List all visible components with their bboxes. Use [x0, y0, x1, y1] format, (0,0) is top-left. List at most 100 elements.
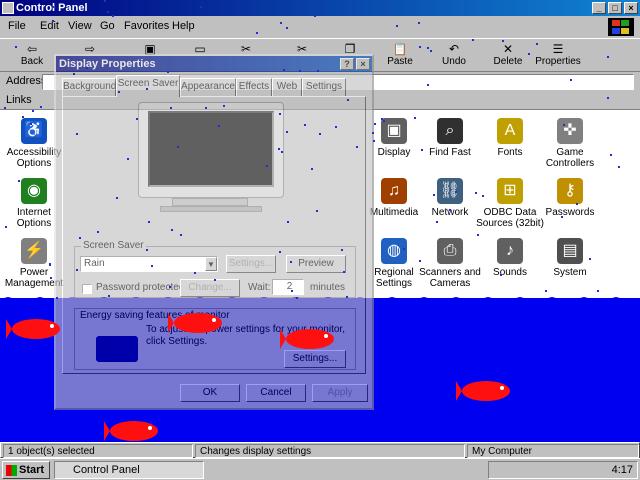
menu-bar: File Edit View Go Favorites Help	[0, 16, 640, 38]
rain-drop	[472, 39, 474, 41]
cp-item-12[interactable]: ⎙ Scanners and Cameras	[416, 238, 484, 289]
start-button[interactable]: Start	[2, 461, 50, 479]
rain-drop	[589, 258, 591, 260]
minutes-label: minutes	[310, 282, 346, 293]
menu-favorites[interactable]: Favorites	[124, 20, 169, 32]
chevron-down-icon[interactable]: ▼	[205, 257, 217, 271]
rain-drop	[205, 107, 207, 109]
rain-drop	[536, 43, 538, 45]
toolbar-button-7[interactable]: 📋 Paste	[376, 41, 424, 71]
network-icon: ⛓	[437, 178, 463, 204]
rain-drop	[421, 149, 423, 151]
tab-background[interactable]: Background	[62, 78, 116, 96]
rain-drop	[427, 47, 429, 49]
tab-settings[interactable]: Settings	[302, 78, 346, 96]
rain-drop	[502, 40, 504, 42]
rain-drop	[610, 154, 612, 156]
monitor-base	[160, 206, 262, 212]
taskbar-control-panel[interactable]: Control Panel	[54, 461, 204, 479]
cp-item-13[interactable]: ♪ Sounds	[476, 238, 544, 278]
dialog-close-button[interactable]: ×	[356, 58, 370, 70]
cp-item-14[interactable]: ▤ System	[536, 238, 604, 278]
rain-drop	[436, 221, 438, 223]
rain-drop	[319, 133, 321, 135]
menu-help[interactable]: Help	[172, 20, 195, 32]
preview-button[interactable]: Preview	[286, 255, 346, 273]
screen-saver-select[interactable]: Rain ▼	[80, 256, 218, 272]
cp-item-6[interactable]: ✜ Game Controllers	[536, 118, 604, 169]
cp-item-label: Fonts	[497, 147, 523, 158]
toolbar-button-9[interactable]: ✕ Delete	[484, 41, 532, 71]
rain-drop	[311, 168, 313, 170]
address-label: Address	[6, 75, 47, 87]
dialog-title-bar[interactable]: Display Properties ? ×	[56, 56, 372, 72]
screen-saver-value: Rain	[84, 258, 105, 269]
toolbar-button-10[interactable]: ☰ Properties	[534, 41, 582, 71]
rain-drop	[427, 84, 429, 86]
rain-drop	[414, 117, 416, 119]
rain-drop	[200, 6, 202, 8]
settings-button[interactable]: Settings...	[226, 255, 276, 273]
links-label[interactable]: Links	[6, 94, 32, 106]
control-panel-icon	[2, 2, 14, 14]
status-description: Changes display settings	[195, 444, 465, 458]
rain-drop	[528, 53, 530, 55]
window-title: Control Panel	[16, 2, 88, 14]
cancel-button[interactable]: Cancel	[246, 384, 306, 402]
ok-button[interactable]: OK	[180, 384, 240, 402]
menu-go[interactable]: Go	[100, 20, 115, 32]
rain-drop	[146, 249, 148, 251]
menu-file[interactable]: File	[8, 20, 26, 32]
screen-saver-group-label: Screen Saver	[81, 240, 146, 251]
rain-drop	[76, 133, 78, 135]
energy-settings-button[interactable]: Settings...	[284, 350, 346, 368]
window-title-bar[interactable]: Control Panel _ □ ×	[0, 0, 640, 16]
windows-logo-icon	[608, 18, 634, 36]
tab-appearance[interactable]: Appearance	[180, 78, 236, 96]
close-button[interactable]: ×	[624, 2, 638, 14]
rain-drop	[346, 296, 348, 298]
rain-drop	[430, 50, 432, 52]
clock[interactable]: 4:17	[612, 464, 633, 476]
rain-drop	[169, 286, 171, 288]
rain-drop	[477, 234, 479, 236]
cp-item-4[interactable]: ⌕ Find Fast	[416, 118, 484, 158]
minimize-button[interactable]: _	[592, 2, 606, 14]
toolbar-button-8[interactable]: ↶ Undo	[430, 41, 478, 71]
fish-1	[168, 313, 222, 333]
apply-button[interactable]: Apply	[312, 384, 368, 402]
password-checkbox[interactable]	[82, 284, 92, 294]
cp-item-9[interactable]: ⊞ ODBC Data Sources (32bit)	[476, 178, 544, 229]
rain-drop	[194, 272, 196, 274]
menu-view[interactable]: View	[68, 20, 92, 32]
tab-screen-saver[interactable]: Screen Saver	[116, 75, 180, 97]
cp-item-label: ODBC Data Sources (32bit)	[476, 207, 544, 229]
tab-effects[interactable]: Effects	[236, 78, 272, 96]
cp-item-5[interactable]: A Fonts	[476, 118, 544, 158]
rain-drop	[482, 195, 484, 197]
rain-drop	[146, 88, 148, 90]
rain-drop	[104, 0, 106, 2]
undo-icon: ↶	[448, 42, 460, 56]
cp-item-10[interactable]: ⚷ Passwords	[536, 178, 604, 218]
help-button[interactable]: ?	[340, 58, 354, 70]
menu-edit[interactable]: Edit	[40, 20, 59, 32]
display-properties-dialog: Display Properties ? × Background Screen…	[54, 54, 374, 410]
cp-item-8[interactable]: ⛓ Network	[416, 178, 484, 218]
status-bar: 1 object(s) selected Changes display set…	[0, 442, 640, 458]
windows-flag-icon	[6, 465, 17, 476]
rain-drop	[22, 116, 24, 118]
rain-drop	[15, 46, 17, 48]
tab-web[interactable]: Web	[272, 78, 302, 96]
wait-spinner[interactable]: 2	[272, 279, 304, 295]
rain-drop	[570, 79, 572, 81]
rain-drop	[167, 71, 169, 73]
delete-icon: ✕	[502, 42, 514, 56]
rain-drop	[296, 297, 298, 299]
energy-instruction: click Settings.	[146, 336, 208, 347]
rain-drop	[170, 107, 172, 109]
change-button[interactable]: Change...	[180, 279, 240, 297]
maximize-button[interactable]: □	[608, 2, 622, 14]
multimedia-icon: ♫	[381, 178, 407, 204]
rain-drop	[396, 25, 398, 27]
